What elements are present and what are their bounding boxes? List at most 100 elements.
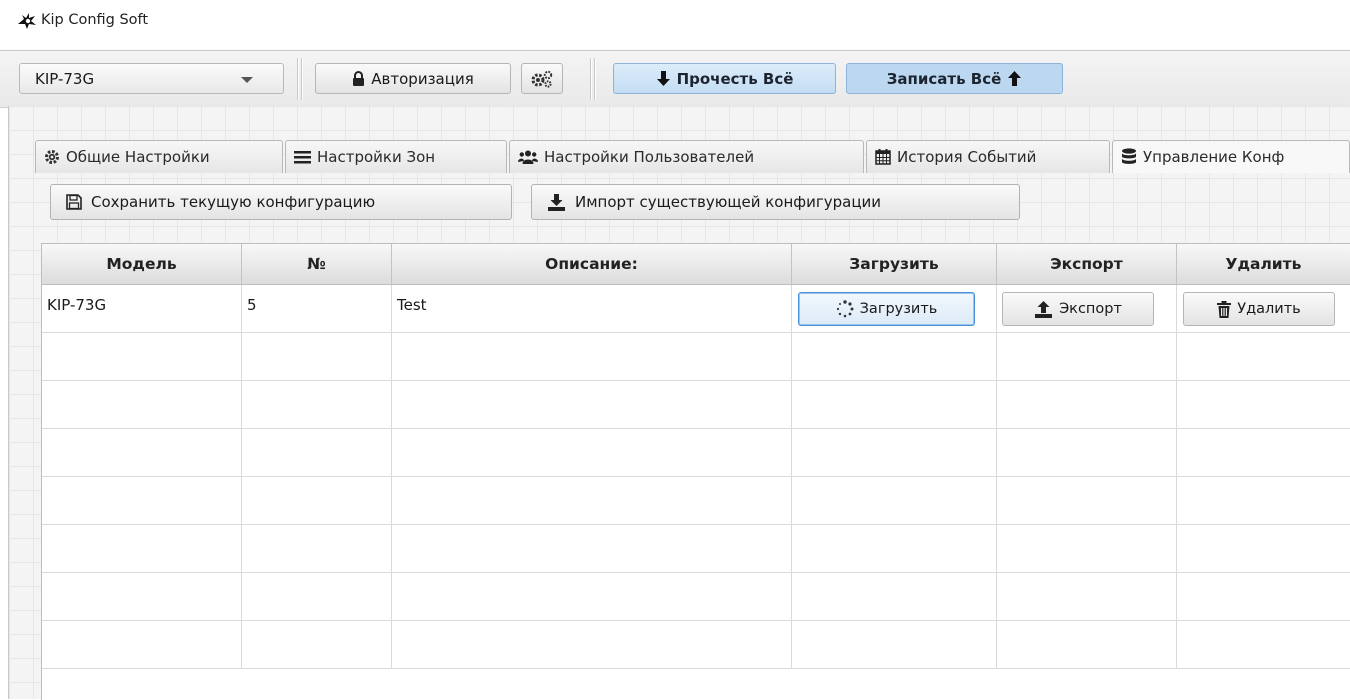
tab-label: Общие Настройки	[66, 148, 210, 166]
table-cell-empty	[997, 621, 1177, 669]
tab-label: Управление Конф	[1143, 148, 1285, 166]
toolbar: KIP-73G Авторизация Прочесть Всё Записат…	[0, 50, 1350, 108]
arrow-down-icon	[656, 71, 670, 86]
delete-config-button[interactable]: Удалить	[1183, 292, 1335, 326]
cell-model-text: KIP-73G	[47, 296, 107, 314]
table-cell-empty	[392, 621, 792, 669]
table-cell-empty	[392, 333, 792, 381]
table-cell-empty	[242, 477, 392, 525]
export-config-button[interactable]: Экспорт	[1002, 292, 1154, 326]
save-config-label: Сохранить текущую конфигурацию	[91, 193, 376, 211]
table-cell-empty	[792, 477, 997, 525]
list-icon	[294, 151, 311, 164]
table-cell-empty	[792, 381, 997, 429]
table-cell-empty	[1177, 621, 1350, 669]
table-row-empty[interactable]	[42, 333, 1350, 381]
load-button-label: Загрузить	[859, 301, 938, 317]
auth-button[interactable]: Авторизация	[315, 63, 511, 94]
table-cell-empty	[792, 573, 997, 621]
arrow-up-icon	[1008, 71, 1022, 86]
table-cell-empty	[42, 621, 242, 669]
table-cell-empty	[242, 333, 392, 381]
table-cell-empty	[997, 573, 1177, 621]
table-cell-empty	[392, 429, 792, 477]
tab-general-settings[interactable]: Общие Настройки	[35, 140, 283, 173]
database-icon	[1122, 148, 1136, 164]
save-icon	[66, 194, 82, 210]
table-row-empty[interactable]	[42, 429, 1350, 477]
column-header-load[interactable]: Загрузить	[792, 244, 997, 285]
lock-icon	[353, 71, 365, 86]
cell-description: Test	[392, 285, 792, 333]
download-icon	[548, 193, 565, 211]
table-row-empty[interactable]	[42, 621, 1350, 669]
table-cell-empty	[1177, 333, 1350, 381]
save-config-button[interactable]: Сохранить текущую конфигурацию	[50, 184, 512, 220]
column-header-model[interactable]: Модель	[42, 244, 242, 285]
import-config-label: Импорт существующей конфигурации	[575, 193, 882, 211]
import-config-button[interactable]: Импорт существующей конфигурации	[531, 184, 1020, 220]
device-select-value: KIP-73G	[35, 70, 95, 88]
config-table: Модель № Описание: Загрузить Экспорт Уда…	[41, 243, 1350, 700]
column-header-delete[interactable]: Удалить	[1177, 244, 1350, 285]
table-row-empty[interactable]	[42, 525, 1350, 573]
table-cell-empty	[1177, 477, 1350, 525]
toolbar-separator	[594, 58, 595, 100]
table-cell-empty	[242, 573, 392, 621]
toolbar-separator	[590, 58, 591, 100]
column-header-export[interactable]: Экспорт	[997, 244, 1177, 285]
table-cell-empty	[997, 525, 1177, 573]
table-row[interactable]: KIP-73G 5 Test Загрузить Экспорт Удалить	[42, 285, 1350, 333]
cell-model: KIP-73G	[42, 285, 242, 333]
tab-label: История Событий	[897, 148, 1037, 166]
spinner-icon	[836, 300, 854, 318]
toolbar-separator	[297, 58, 298, 100]
table-cell-empty	[42, 429, 242, 477]
window-title: Kip Config Soft	[41, 12, 149, 28]
tab-config-management[interactable]: Управление Конф	[1112, 140, 1350, 173]
export-button-label: Экспорт	[1059, 301, 1122, 317]
table-cell-empty	[997, 429, 1177, 477]
read-all-label: Прочесть Всё	[676, 69, 794, 88]
calendar-icon	[875, 149, 891, 165]
column-header-description[interactable]: Описание:	[392, 244, 792, 285]
table-cell-empty	[392, 573, 792, 621]
load-config-button[interactable]: Загрузить	[798, 292, 975, 326]
gears-icon	[531, 70, 553, 88]
settings-button[interactable]	[521, 63, 563, 94]
cell-number-text: 5	[247, 296, 257, 314]
table-cell-empty	[997, 333, 1177, 381]
tab-event-history[interactable]: История Событий	[866, 140, 1110, 173]
table-row-empty[interactable]	[42, 477, 1350, 525]
table-cell-empty	[392, 477, 792, 525]
write-all-button[interactable]: Записать Всё	[846, 63, 1063, 94]
cell-delete: Удалить	[1177, 285, 1350, 333]
cell-number: 5	[242, 285, 392, 333]
table-row-empty[interactable]	[42, 381, 1350, 429]
table-row-empty[interactable]	[42, 573, 1350, 621]
table-cell-empty	[997, 477, 1177, 525]
read-all-button[interactable]: Прочесть Всё	[613, 63, 836, 94]
auth-button-label: Авторизация	[371, 69, 474, 88]
cell-load: Загрузить	[792, 285, 997, 333]
table-cell-empty	[1177, 429, 1350, 477]
tab-zone-settings[interactable]: Настройки Зон	[285, 140, 507, 173]
title-bar: Kip Config Soft	[0, 0, 1350, 40]
table-cell-empty	[997, 381, 1177, 429]
table-cell-empty	[792, 525, 997, 573]
table-cell-empty	[792, 333, 997, 381]
device-select[interactable]: KIP-73G	[19, 63, 284, 94]
table-cell-empty	[242, 429, 392, 477]
table-cell-empty	[792, 621, 997, 669]
gear-icon	[45, 150, 59, 164]
chevron-down-icon	[241, 77, 253, 83]
app-logo-icon	[18, 13, 36, 29]
table-cell-empty	[242, 525, 392, 573]
table-cell-empty	[1177, 381, 1350, 429]
table-cell-empty	[1177, 525, 1350, 573]
table-cell-empty	[1177, 573, 1350, 621]
cell-description-text: Test	[397, 296, 427, 314]
column-header-number[interactable]: №	[242, 244, 392, 285]
tab-user-settings[interactable]: Настройки Пользователей	[509, 140, 864, 173]
toolbar-separator	[301, 58, 302, 100]
